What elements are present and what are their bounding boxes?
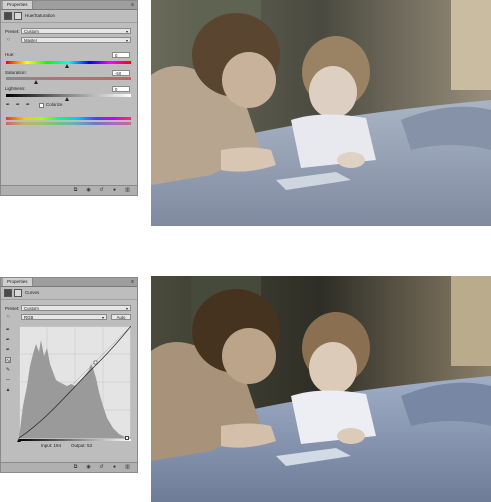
colorize-label: Colorize [46, 102, 63, 107]
preset-row: Preset: Custom ▾ [1, 28, 137, 35]
view-previous-icon[interactable]: ◉ [86, 188, 91, 193]
chevron-down-icon: ▾ [101, 315, 104, 320]
hand-target-icon[interactable]: ☜ [5, 37, 11, 43]
properties-tab[interactable]: Properties [3, 1, 33, 9]
panel-tab-bar: Properties ≡ [1, 1, 137, 10]
eyedropper-icon[interactable]: ✒ [5, 102, 11, 108]
input-color-bar [6, 117, 131, 120]
hue-saturation-panel: Properties ≡ Hue/Saturation Preset: Cust… [0, 0, 138, 196]
eyedropper-plus-icon[interactable]: ✒ [15, 102, 21, 108]
range-value: Master [24, 38, 38, 43]
curve-point [93, 360, 98, 365]
trash-icon[interactable]: ▥ [125, 465, 130, 470]
output-readout: Output: 53 [71, 443, 93, 448]
input-readout: Input: 194 [41, 443, 62, 448]
chevron-down-icon: ▾ [125, 38, 128, 43]
curves-panel: Properties ≡ Curves Preset: Custom ▾ ☜ R… [0, 277, 138, 473]
range-row: ☜ Master ▾ [1, 37, 137, 44]
photo-desaturated [151, 0, 491, 226]
photo-curves-adjusted [151, 276, 491, 502]
adjustment-title-row: Curves [1, 287, 137, 300]
mask-icon[interactable] [14, 12, 22, 20]
saturation-label: Saturation: [5, 70, 27, 75]
lightness-label: Lightness: [5, 86, 26, 91]
reset-icon[interactable]: ↺ [99, 188, 104, 193]
eyedropper-gray-icon[interactable]: ✒ [5, 337, 11, 343]
channel-row: ☜ RGB ▾ Auto [1, 314, 137, 321]
channel-select[interactable]: RGB ▾ [21, 314, 107, 320]
preset-row: Preset: Custom ▾ [1, 305, 137, 312]
saturation-slider-thumb[interactable] [34, 80, 38, 84]
curve-edit-icon[interactable]: ∿ [5, 357, 11, 364]
pencil-icon[interactable]: ✎ [5, 367, 11, 373]
adjustment-title: Curves [25, 290, 40, 295]
range-select[interactable]: Master ▾ [21, 37, 131, 43]
panel-footer: ⧉ ◉ ↺ ● ▥ [1, 185, 137, 195]
hand-target-icon[interactable]: ☜ [5, 314, 11, 320]
saturation-input[interactable]: -50 [112, 70, 130, 76]
white-point-slider[interactable] [125, 436, 129, 440]
smooth-icon[interactable]: ∼ [5, 377, 11, 383]
panel-tab-bar: Properties ≡ [1, 278, 137, 287]
clipping-warning-icon[interactable]: ▲ [5, 387, 11, 393]
curves-icon [4, 289, 12, 297]
preset-value: Custom [24, 306, 39, 311]
panel-menu-icon[interactable]: ≡ [131, 278, 134, 286]
hue-input[interactable]: 0 [112, 52, 130, 58]
lightness-slider-thumb[interactable] [65, 97, 69, 101]
preset-select[interactable]: Custom ▾ [21, 305, 131, 311]
channel-value: RGB [24, 315, 34, 320]
panel-menu-icon[interactable]: ≡ [131, 1, 134, 9]
black-point-slider[interactable] [17, 438, 21, 442]
hue-slider-thumb[interactable] [65, 64, 69, 68]
eyedropper-icon[interactable]: ✒ [5, 327, 11, 333]
colorize-checkbox[interactable] [39, 103, 44, 108]
preset-select[interactable]: Custom ▾ [21, 28, 131, 34]
eye-icon[interactable]: ● [112, 465, 117, 470]
adjustment-title-row: Hue/Saturation [1, 10, 137, 23]
curves-graph[interactable] [19, 326, 131, 438]
preset-label: Preset: [5, 306, 20, 311]
trash-icon[interactable]: ▥ [125, 188, 130, 193]
lightness-input[interactable]: 0 [112, 86, 130, 92]
eye-icon[interactable]: ● [112, 188, 117, 193]
panel-footer: ⧉ ◉ ↺ ● ▥ [1, 462, 137, 472]
eyedropper-white-icon[interactable]: ✒ [5, 347, 11, 353]
clip-icon[interactable]: ⧉ [73, 465, 78, 470]
output-color-bar [6, 122, 131, 125]
chevron-down-icon: ▾ [125, 306, 128, 311]
clip-icon[interactable]: ⧉ [73, 188, 78, 193]
mask-icon[interactable] [14, 289, 22, 297]
tone-gradient-bar [19, 439, 131, 441]
hue-label: Hue: [5, 52, 15, 57]
adjustment-title: Hue/Saturation [25, 13, 56, 18]
reset-icon[interactable]: ↺ [99, 465, 104, 470]
view-previous-icon[interactable]: ◉ [86, 465, 91, 470]
saturation-slider-track[interactable] [6, 77, 131, 80]
hue-saturation-icon [4, 12, 12, 20]
eyedropper-minus-icon[interactable]: ✒ [25, 102, 31, 108]
auto-button[interactable]: Auto [111, 314, 131, 320]
preset-label: Preset: [5, 29, 20, 34]
preset-value: Custom [24, 29, 39, 34]
chevron-down-icon: ▾ [125, 29, 128, 34]
properties-tab[interactable]: Properties [3, 278, 33, 286]
